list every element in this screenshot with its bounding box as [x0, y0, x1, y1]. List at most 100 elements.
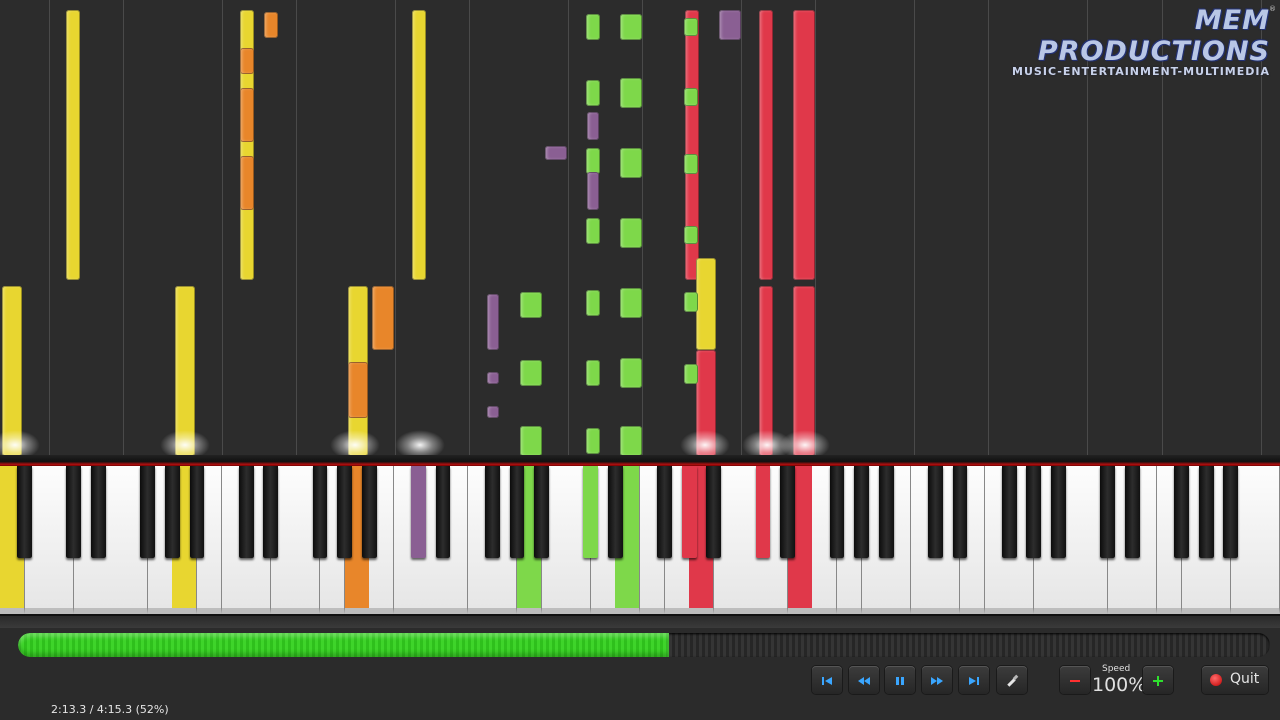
- keyboard-bottom-bar: [0, 616, 1280, 628]
- note-green: [620, 218, 642, 248]
- rewind-icon: [858, 676, 870, 685]
- piano-black-key[interactable]: [263, 466, 279, 558]
- piano-black-key[interactable]: [829, 466, 845, 558]
- piano-keyboard: [0, 466, 1280, 616]
- fast-forward-button[interactable]: [922, 666, 952, 694]
- piano-black-key[interactable]: [1001, 466, 1017, 558]
- piano-black-key[interactable]: [952, 466, 968, 558]
- piano-black-key[interactable]: [312, 466, 328, 558]
- note-green: [586, 218, 600, 244]
- piano-black-key[interactable]: [164, 466, 180, 558]
- piano-black-key[interactable]: [583, 466, 599, 558]
- note-green: [684, 154, 698, 174]
- skip-to-start-icon: [822, 676, 832, 685]
- note-green: [520, 426, 542, 455]
- note-green: [684, 226, 698, 244]
- note-purple: [587, 172, 599, 210]
- piano-black-key[interactable]: [1198, 466, 1214, 558]
- grid-line: [123, 0, 124, 455]
- piano-black-key[interactable]: [928, 466, 943, 558]
- note-green: [586, 80, 600, 106]
- speed-increase-button[interactable]: [1143, 666, 1173, 694]
- note-green: [586, 14, 600, 40]
- piano-black-key[interactable]: [755, 466, 771, 558]
- timecode: 2:13.3 / 4:15.3 (52%): [51, 703, 169, 716]
- note-yellow: [696, 258, 716, 350]
- logo: MEM PRODUCTIONS MUSIC-ENTERTAINMENT-MULT…: [965, 5, 1276, 78]
- logo-registered-mark: ®: [1269, 5, 1276, 13]
- settings-icon: [1007, 674, 1019, 687]
- note-green: [620, 358, 642, 388]
- piano-black-key[interactable]: [140, 466, 156, 558]
- grid-line: [568, 0, 569, 455]
- piano-black-key[interactable]: [706, 466, 722, 558]
- piano-black-key[interactable]: [361, 466, 377, 558]
- key-hit-glow: [0, 430, 40, 455]
- piano-black-key[interactable]: [337, 466, 352, 558]
- note-orange: [240, 88, 254, 142]
- piano-white-key[interactable]: [1255, 466, 1280, 614]
- piano-black-key[interactable]: [854, 466, 869, 558]
- note-purple: [487, 372, 499, 384]
- note-purple: [587, 112, 599, 140]
- note-green: [684, 364, 698, 384]
- piano-black-key[interactable]: [608, 466, 623, 558]
- piano-black-key[interactable]: [17, 466, 32, 558]
- piano-black-key[interactable]: [435, 466, 451, 558]
- piano-black-key[interactable]: [1100, 466, 1116, 558]
- key-hit-glow: [680, 430, 730, 455]
- piano-black-key[interactable]: [411, 466, 426, 558]
- piano-black-key[interactable]: [1051, 466, 1066, 558]
- note-orange: [264, 12, 278, 38]
- piano-black-key[interactable]: [509, 466, 525, 558]
- note-green: [684, 292, 698, 312]
- note-green: [586, 148, 600, 174]
- piano-black-key[interactable]: [657, 466, 672, 558]
- piano-black-key[interactable]: [238, 466, 254, 558]
- note-green: [586, 360, 600, 386]
- piano-black-key[interactable]: [878, 466, 894, 558]
- piano-black-key[interactable]: [534, 466, 549, 558]
- key-hit-glow: [395, 430, 445, 455]
- piano-black-key[interactable]: [189, 466, 205, 558]
- piano-black-key[interactable]: [780, 466, 796, 558]
- piano-black-key[interactable]: [1026, 466, 1042, 558]
- piano-black-key[interactable]: [1223, 466, 1239, 558]
- quit-button[interactable]: Quit: [1202, 666, 1268, 694]
- logo-subtitle: MUSIC-ENTERTAINMENT-MULTIMEDIA: [1012, 65, 1270, 78]
- skip-to-end-button[interactable]: [959, 666, 989, 694]
- note-red: [759, 10, 773, 280]
- note-green: [620, 14, 642, 40]
- grid-line: [741, 0, 742, 455]
- settings-button[interactable]: [997, 666, 1027, 694]
- note-green: [684, 18, 698, 36]
- grid-line: [222, 0, 223, 455]
- piano-black-key[interactable]: [484, 466, 500, 558]
- grid-line: [815, 0, 816, 455]
- progress-bar[interactable]: [18, 633, 1270, 657]
- piano-black-key[interactable]: [681, 466, 697, 558]
- piano-black-key[interactable]: [1124, 466, 1140, 558]
- piano-black-key[interactable]: [91, 466, 106, 558]
- note-purple: [545, 146, 567, 160]
- logo-title: MEM PRODUCTIONS: [1037, 5, 1270, 67]
- skip-to-end-icon: [969, 676, 979, 685]
- skip-to-start-button[interactable]: [812, 666, 842, 694]
- grid-line: [469, 0, 470, 455]
- pause-button[interactable]: [885, 666, 915, 694]
- rewind-button[interactable]: [849, 666, 879, 694]
- note-yellow: [66, 10, 80, 280]
- note-orange: [372, 286, 394, 350]
- keyboard-top-bar: [0, 455, 1280, 466]
- note-purple: [487, 406, 499, 418]
- grid-line: [642, 0, 643, 455]
- note-yellow: [412, 10, 426, 280]
- progress-fill: [18, 633, 670, 657]
- speed-decrease-button[interactable]: [1060, 666, 1090, 694]
- quit-icon: [1210, 674, 1222, 686]
- note-purple: [719, 10, 741, 40]
- key-hit-glow: [330, 430, 380, 455]
- key-hit-glow: [160, 430, 210, 455]
- piano-black-key[interactable]: [1174, 466, 1189, 558]
- piano-black-key[interactable]: [66, 466, 82, 558]
